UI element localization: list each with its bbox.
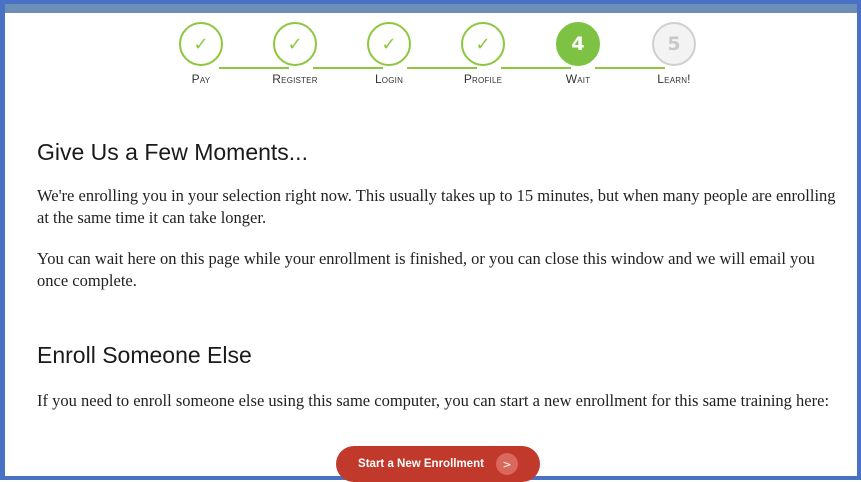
step-pay: ✓ Pay	[161, 22, 241, 86]
step-login: ✓ Login	[349, 22, 429, 86]
step-label: Register	[272, 72, 318, 86]
check-icon: ✓	[179, 22, 223, 66]
enroll-other-paragraph: If you need to enroll someone else using…	[37, 391, 830, 410]
wait-paragraph-2: You can wait here on this page while you…	[37, 249, 815, 290]
check-icon: ✓	[367, 22, 411, 66]
step-number: 5	[652, 22, 696, 66]
step-number: 4	[556, 22, 600, 66]
check-icon: ✓	[461, 22, 505, 66]
section-heading-enroll-other: Enroll Someone Else	[37, 342, 252, 368]
step-label: Pay	[191, 72, 211, 86]
step-register: ✓ Register	[255, 22, 335, 86]
step-profile: ✓ Profile	[443, 22, 523, 86]
chevron-right-icon: >	[495, 453, 518, 475]
start-new-enrollment-button[interactable]: Start a New Enrollment >	[336, 446, 540, 482]
section-heading-wait: Give Us a Few Moments...	[37, 139, 308, 165]
check-icon: ✓	[273, 22, 317, 66]
step-label: Login	[374, 72, 404, 86]
step-learn: 5 Learn!	[634, 22, 714, 86]
progress-steps: ✓ Pay ✓ Register ✓ Login ✓ Profile 4 Wai…	[0, 22, 861, 106]
top-header-bar	[5, 4, 857, 13]
wait-paragraph-1: We're enrolling you in your selection ri…	[37, 186, 836, 227]
step-wait: 4 Wait	[538, 22, 618, 86]
button-label: Start a New Enrollment	[358, 458, 484, 470]
step-label: Wait	[565, 72, 591, 86]
step-label: Profile	[463, 72, 503, 86]
step-label: Learn!	[657, 72, 691, 86]
